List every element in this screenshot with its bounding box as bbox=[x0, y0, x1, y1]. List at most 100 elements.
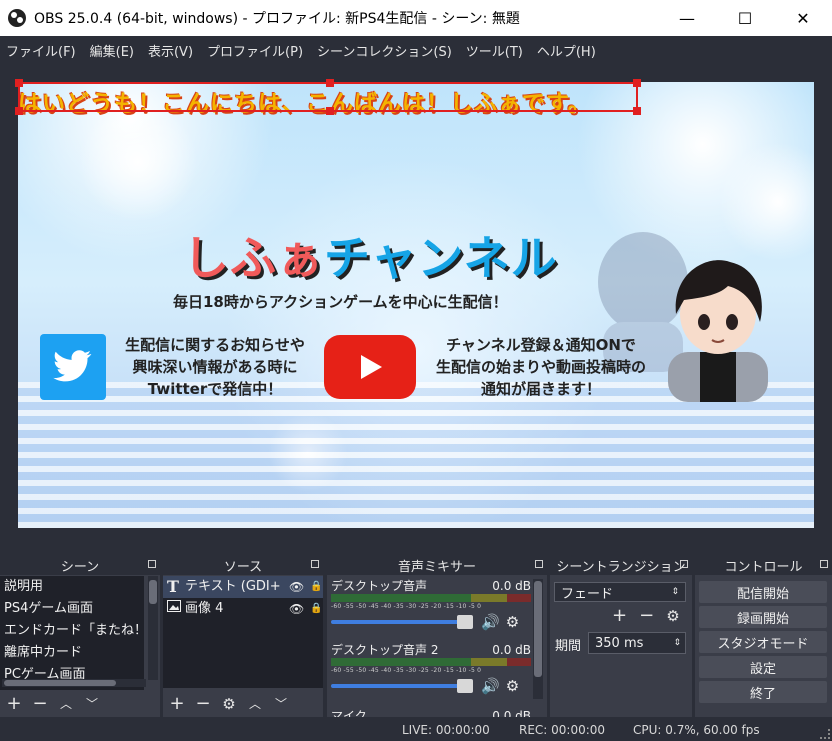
volume-slider[interactable] bbox=[331, 679, 473, 693]
menu-scene-collection[interactable]: シーンコレクション(S) bbox=[311, 41, 460, 60]
gear-icon[interactable]: ⚙ bbox=[666, 607, 679, 626]
scene-item[interactable]: エンドカード「またね！」PS bbox=[0, 620, 144, 642]
volume-slider[interactable] bbox=[331, 615, 473, 629]
move-down-icon[interactable]: ﹀ bbox=[82, 694, 102, 714]
studio-mode-button[interactable]: スタジオモード bbox=[699, 631, 827, 653]
speaker-icon[interactable]: 🔊 bbox=[481, 677, 500, 695]
resize-handle[interactable] bbox=[633, 107, 641, 115]
duration-input[interactable]: 350 ms ⇕ bbox=[588, 632, 686, 654]
sources-dock-title: ソース bbox=[223, 559, 263, 575]
gear-icon[interactable]: ⚙ bbox=[506, 613, 519, 631]
add-source-icon[interactable]: + bbox=[167, 694, 187, 714]
status-bar: LIVE: 00:00:00 REC: 00:00:00 CPU: 0.7%, … bbox=[0, 719, 832, 741]
speaker-icon[interactable]: 🔊 bbox=[481, 613, 500, 631]
source-item-text[interactable]: T テキスト (GDI+ 👁 🔒 bbox=[163, 576, 323, 598]
background-stripes bbox=[18, 382, 814, 528]
scene-transitions-dock: シーントランジション フェード ⇕ + − ⚙ 期間 350 ms ⇕ bbox=[550, 555, 692, 717]
dock-float-icon[interactable] bbox=[148, 560, 156, 568]
settings-button[interactable]: 設定 bbox=[699, 656, 827, 678]
scenes-toolbar: + − ︿ ﹀ bbox=[0, 691, 160, 717]
youtube-line: 通知が届きます！ bbox=[480, 380, 601, 398]
scene-item[interactable]: PS4ゲーム画面 bbox=[0, 598, 144, 620]
remove-transition-icon[interactable]: − bbox=[639, 605, 654, 626]
scrollbar-thumb[interactable] bbox=[149, 580, 157, 604]
mixer-scrollbar[interactable] bbox=[533, 579, 543, 699]
close-button[interactable]: ✕ bbox=[774, 0, 832, 36]
menu-edit[interactable]: 編集(E) bbox=[84, 41, 142, 60]
youtube-line: チャンネル登録＆通知ONで bbox=[446, 336, 636, 354]
volume-meter bbox=[331, 594, 531, 602]
scrollbar-thumb[interactable] bbox=[534, 581, 542, 677]
obs-logo-icon bbox=[8, 9, 26, 27]
dock-float-icon[interactable] bbox=[535, 560, 543, 568]
resize-handle[interactable] bbox=[15, 79, 23, 87]
slider-knob[interactable] bbox=[457, 615, 473, 629]
menu-file[interactable]: ファイル(F) bbox=[0, 41, 84, 60]
duration-label: 期間 bbox=[555, 639, 582, 654]
lock-icon[interactable]: 🔒 bbox=[310, 598, 322, 620]
minimize-button[interactable]: — bbox=[658, 0, 716, 36]
rec-status: REC: 00:00:00 bbox=[519, 723, 606, 737]
move-up-icon[interactable]: ︿ bbox=[56, 694, 76, 714]
resize-handle[interactable] bbox=[326, 79, 334, 87]
controls-dock-title: コントロール bbox=[724, 559, 803, 575]
move-up-icon[interactable]: ︿ bbox=[245, 694, 265, 714]
maximize-button[interactable]: ☐ bbox=[716, 0, 774, 36]
menu-tools[interactable]: ツール(T) bbox=[460, 41, 531, 60]
slider-knob[interactable] bbox=[457, 679, 473, 693]
twitter-line: 興味深い情報がある時に bbox=[132, 358, 298, 376]
channel-name: デスクトップ音声 2 bbox=[331, 643, 439, 657]
menu-view[interactable]: 表示(V) bbox=[142, 41, 201, 60]
transition-select[interactable]: フェード ⇕ bbox=[554, 582, 686, 602]
sources-list: T テキスト (GDI+ 👁 🔒 画像 4 👁 🔒 bbox=[163, 576, 323, 688]
scene-item[interactable]: 離席中カード bbox=[0, 642, 144, 664]
lock-icon[interactable]: 🔒 bbox=[310, 576, 322, 598]
source-item-image[interactable]: 画像 4 👁 🔒 bbox=[163, 598, 323, 620]
menu-help[interactable]: ヘルプ(H) bbox=[531, 41, 604, 60]
remove-source-icon[interactable]: − bbox=[193, 694, 213, 714]
meter-ticks: -60 -55 -50 -45 -40 -35 -30 -25 -20 -15 … bbox=[331, 603, 482, 610]
resize-grip-icon[interactable] bbox=[820, 729, 830, 739]
gear-icon[interactable]: ⚙ bbox=[219, 694, 239, 714]
dock-float-icon[interactable] bbox=[820, 560, 828, 568]
scenes-scrollbar[interactable] bbox=[148, 576, 158, 680]
youtube-line: 生配信の始まりや動画投稿時の bbox=[435, 358, 646, 376]
scene-item[interactable]: 説明用 bbox=[0, 576, 144, 598]
channel-title: しふぁチャンネル bbox=[183, 222, 558, 288]
start-recording-button[interactable]: 録画開始 bbox=[699, 606, 827, 628]
exit-button[interactable]: 終了 bbox=[699, 681, 827, 703]
source-label: 画像 4 bbox=[185, 601, 224, 616]
controls-dock: コントロール 配信開始 録画開始 スタジオモード 設定 終了 bbox=[695, 555, 832, 717]
twitter-line: 生配信に関するお知らせや bbox=[125, 336, 305, 354]
twitter-info-text: 生配信に関するお知らせや 興味深い情報がある時に Twitterで発信中！ bbox=[110, 334, 320, 400]
resize-handle[interactable] bbox=[326, 107, 334, 115]
menu-profile[interactable]: プロファイル(P) bbox=[201, 41, 311, 60]
spinner-icon[interactable]: ⇕ bbox=[673, 638, 681, 648]
remove-scene-icon[interactable]: − bbox=[30, 694, 50, 714]
resize-handle[interactable] bbox=[633, 79, 641, 87]
transitions-dock-title: シーントランジション bbox=[556, 559, 686, 575]
move-down-icon[interactable]: ﹀ bbox=[271, 694, 291, 714]
eye-icon[interactable]: 👁 bbox=[289, 576, 304, 598]
twitter-bird-icon bbox=[40, 334, 106, 400]
preview-canvas[interactable]: はいどうも！こんにちは、こんばんは！しふぁです。 しふぁチャンネル 毎日18時か… bbox=[18, 82, 814, 528]
dock-float-icon[interactable] bbox=[311, 560, 319, 568]
scrollbar-thumb[interactable] bbox=[4, 680, 116, 686]
channel-title-channel: チャンネル bbox=[324, 231, 558, 285]
resize-handle[interactable] bbox=[15, 107, 23, 115]
sources-dock-header: ソース bbox=[163, 555, 323, 575]
add-transition-icon[interactable]: + bbox=[612, 605, 627, 626]
channel-title-name: しふぁ bbox=[183, 231, 324, 285]
add-scene-icon[interactable]: + bbox=[4, 694, 24, 714]
menu-bar: ファイル(F) 編集(E) 表示(V) プロファイル(P) シーンコレクション(… bbox=[0, 36, 832, 64]
start-streaming-button[interactable]: 配信開始 bbox=[699, 581, 827, 603]
youtube-play-icon bbox=[324, 335, 416, 399]
mixer-channel: デスクトップ音声 0.0 dB -60 -55 -50 -45 -40 -35 -… bbox=[331, 578, 531, 633]
selection-bounding-box[interactable] bbox=[15, 79, 641, 115]
scenes-dock: シーン 説明用 PS4ゲーム画面 エンドカード「またね！」PS 離席中カード P… bbox=[0, 555, 160, 717]
dock-float-icon[interactable] bbox=[680, 560, 688, 568]
sources-dock: ソース T テキスト (GDI+ 👁 🔒 画像 4 👁 🔒 + − ⚙ ︿ ﹀ bbox=[163, 555, 323, 717]
scenes-hscrollbar[interactable] bbox=[2, 679, 146, 687]
gear-icon[interactable]: ⚙ bbox=[506, 677, 519, 695]
eye-icon[interactable]: 👁 bbox=[289, 598, 304, 620]
